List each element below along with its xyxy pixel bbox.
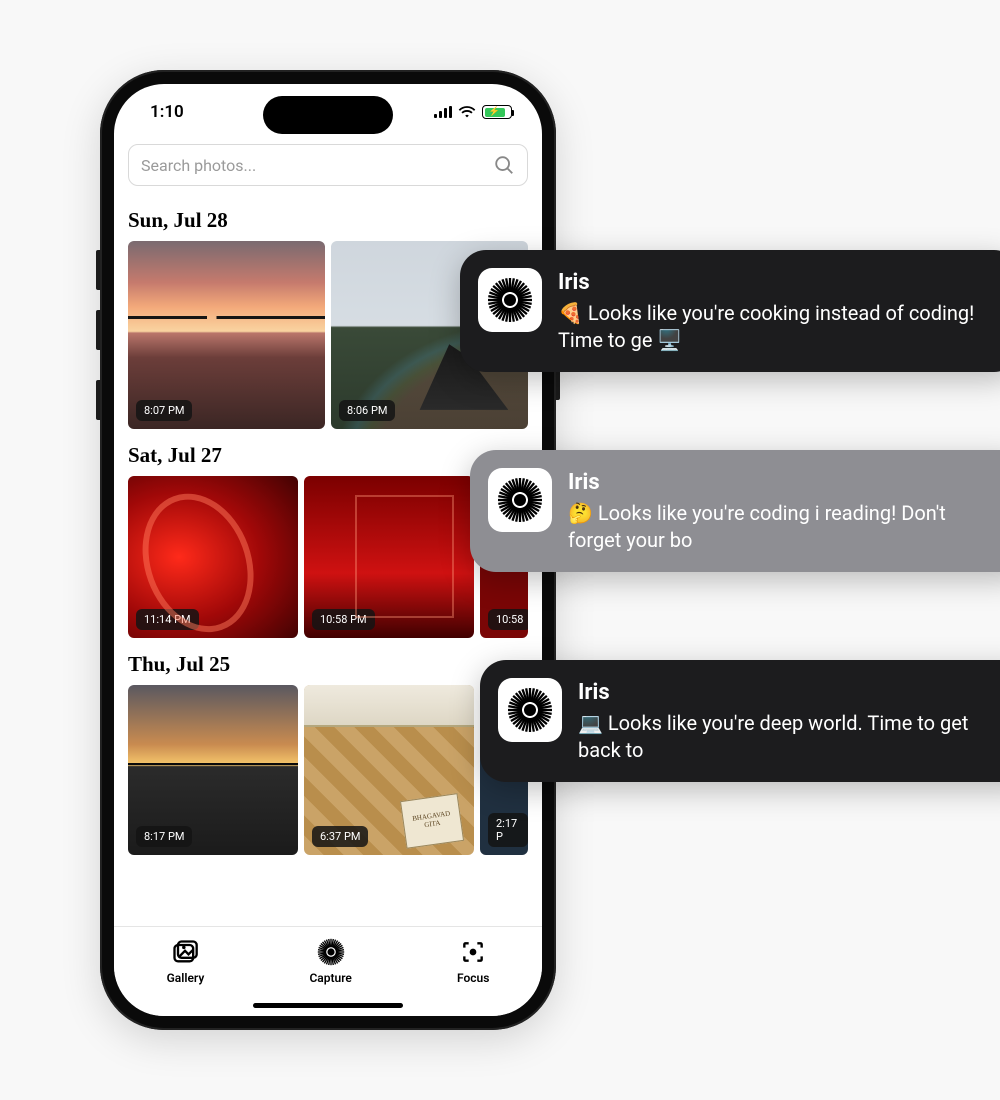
battery-icon: ⚡ — [482, 105, 512, 119]
notification-app-name: Iris — [568, 468, 990, 498]
notification-app-icon — [488, 468, 552, 532]
notification-card[interactable]: Iris 🤔 Looks like you're coding i readin… — [470, 450, 1000, 572]
gallery-icon — [170, 937, 200, 967]
search-placeholder: Search photos... — [141, 156, 256, 175]
photo-thumb[interactable]: 10:58 PM — [304, 476, 474, 638]
tab-label: Gallery — [167, 971, 205, 985]
book-in-photo: BHAGAVAD GITA — [400, 793, 464, 848]
search-input[interactable]: Search photos... — [128, 144, 528, 186]
date-header: Sat, Jul 27 — [128, 443, 528, 468]
photo-time-badge: 10:58 — [488, 609, 528, 630]
search-icon — [493, 154, 515, 176]
notification-app-name: Iris — [558, 268, 980, 298]
photo-time-badge: 8:17 PM — [136, 826, 192, 847]
tab-label: Focus — [457, 971, 489, 985]
tab-label: Capture — [309, 971, 351, 985]
focus-icon — [458, 937, 488, 967]
photo-time-badge: 10:58 PM — [312, 609, 375, 630]
photo-thumb[interactable]: 8:07 PM — [128, 241, 325, 429]
notification-app-icon — [498, 678, 562, 742]
notification-app-icon — [478, 268, 542, 332]
photo-time-badge: 2:17 P — [488, 813, 528, 847]
signal-icon — [434, 106, 452, 118]
notification-text: 🍕 Looks like you're cooking instead of c… — [558, 300, 980, 354]
photo-row: 8:17 PM BHAGAVAD GITA 6:37 PM 2:17 P — [128, 685, 528, 855]
wifi-icon — [458, 105, 476, 119]
notification-card[interactable]: Iris 🍕 Looks like you're cooking instead… — [460, 250, 1000, 372]
notification-text: 💻 Looks like you're deep world. Time to … — [578, 710, 1000, 764]
notification-app-name: Iris — [578, 678, 1000, 708]
photo-time-badge: 8:06 PM — [339, 400, 395, 421]
capture-icon — [316, 937, 346, 967]
status-time: 1:10 — [150, 102, 184, 122]
photo-row: 11:14 PM 10:58 PM 10:58 — [128, 476, 528, 638]
dynamic-island — [263, 96, 393, 134]
home-indicator[interactable] — [253, 1003, 403, 1008]
search-row: Search photos... — [114, 140, 542, 194]
status-indicators: ⚡ — [434, 105, 512, 119]
notification-body: Iris 🍕 Looks like you're cooking instead… — [558, 268, 980, 354]
tab-capture[interactable]: Capture — [309, 937, 351, 985]
notification-body: Iris 🤔 Looks like you're coding i readin… — [568, 468, 990, 554]
photo-time-badge: 6:37 PM — [312, 826, 368, 847]
photo-thumb[interactable]: 8:17 PM — [128, 685, 298, 855]
tab-gallery[interactable]: Gallery — [167, 937, 205, 985]
tab-focus[interactable]: Focus — [457, 937, 489, 985]
photo-time-badge: 11:14 PM — [136, 609, 199, 630]
photo-time-badge: 8:07 PM — [136, 400, 192, 421]
photo-thumb[interactable]: 11:14 PM — [128, 476, 298, 638]
notification-text: 🤔 Looks like you're coding i reading! Do… — [568, 500, 990, 554]
date-header: Thu, Jul 25 — [128, 652, 528, 677]
notification-card[interactable]: Iris 💻 Looks like you're deep world. Tim… — [480, 660, 1000, 782]
notification-body: Iris 💻 Looks like you're deep world. Tim… — [578, 678, 1000, 764]
photo-thumb[interactable]: BHAGAVAD GITA 6:37 PM — [304, 685, 474, 855]
date-header: Sun, Jul 28 — [128, 208, 528, 233]
